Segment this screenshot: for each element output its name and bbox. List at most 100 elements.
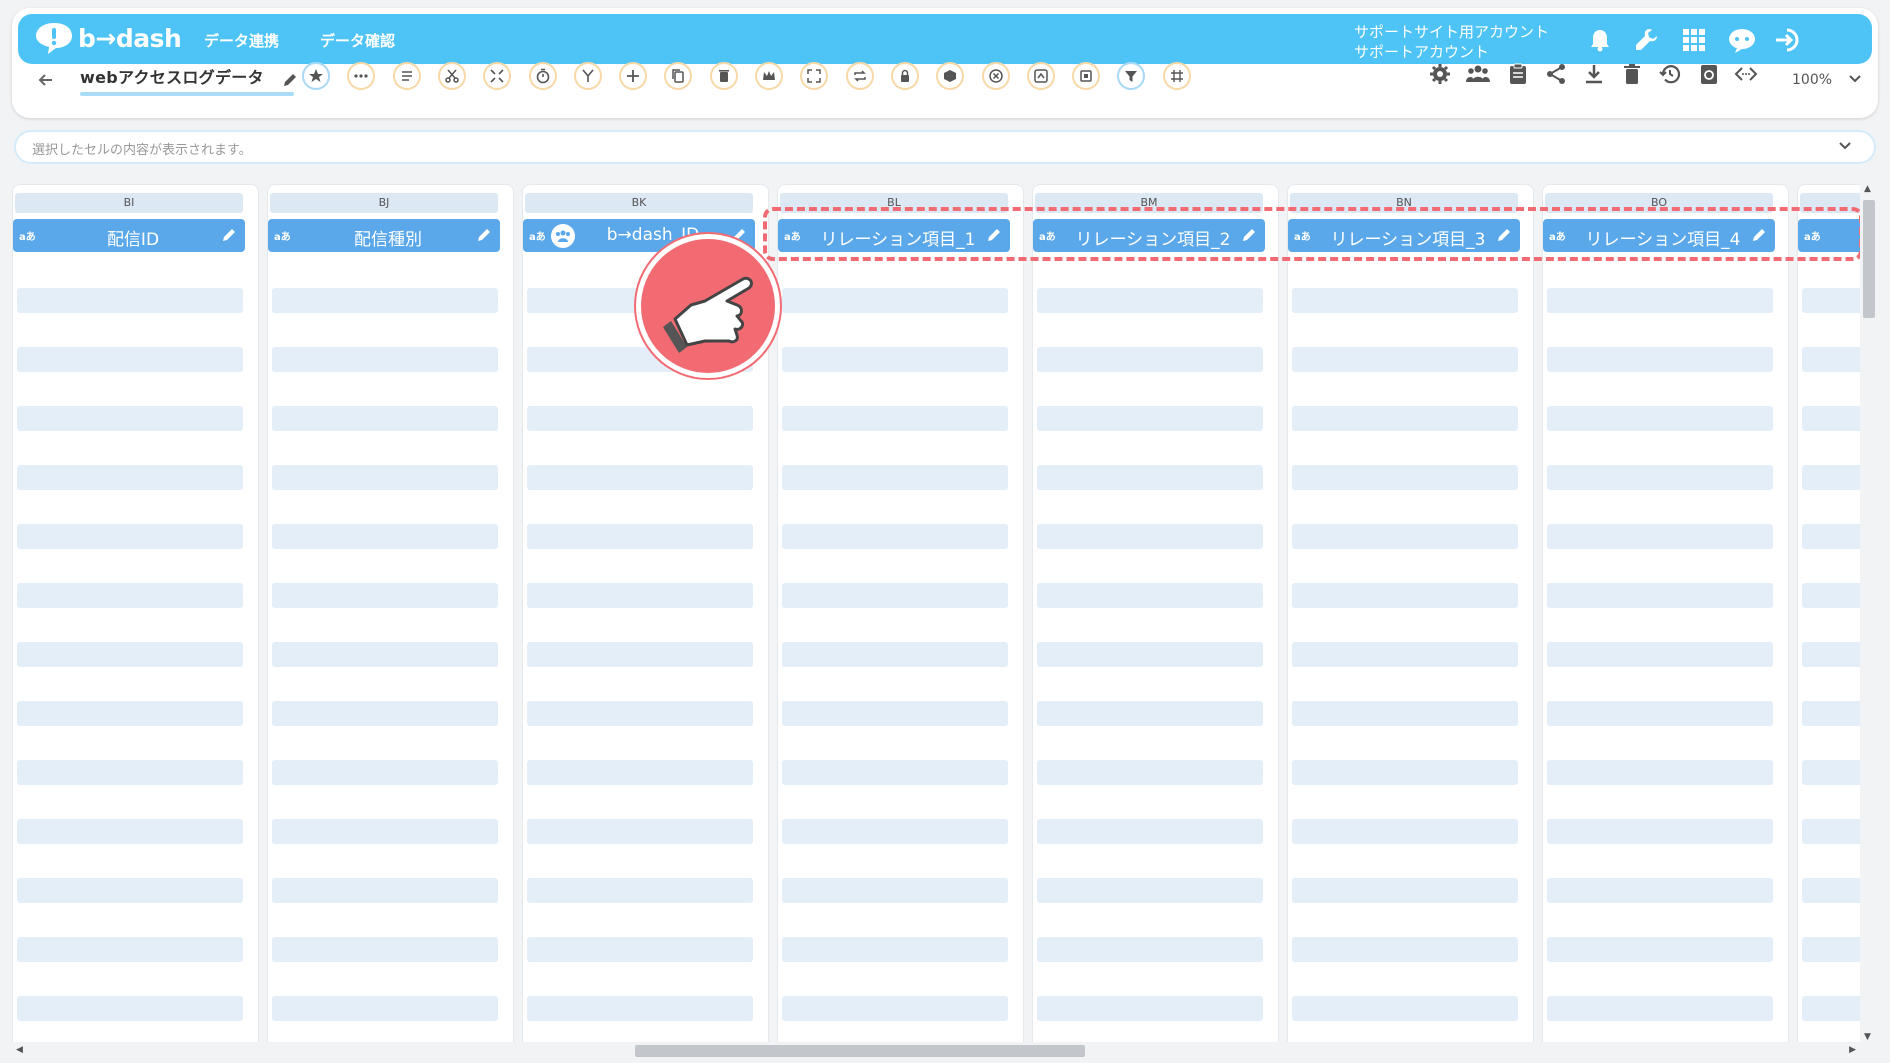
grid-cell[interactable] [1037,465,1263,490]
column-letter[interactable]: BN [1290,193,1518,213]
grid-cell[interactable] [1802,996,1860,1021]
chevron-down-icon[interactable] [1838,138,1852,156]
column-header[interactable]: aあ リレーション項目_4 [1543,219,1775,252]
grid-cell[interactable] [1547,406,1773,431]
grid-cell[interactable] [272,406,498,431]
grid-cell[interactable] [782,406,1008,431]
grid-cell[interactable] [1802,406,1860,431]
merge-icon[interactable] [483,62,511,90]
grid-cell[interactable] [1292,878,1518,903]
gear-icon[interactable] [1426,60,1454,88]
grid-cell[interactable] [782,524,1008,549]
grid-cell[interactable] [1037,406,1263,431]
column-letter[interactable]: BO [1545,193,1773,213]
grid-cell[interactable] [17,701,243,726]
grid-cell[interactable] [1037,878,1263,903]
grid-cell[interactable] [527,937,753,962]
scroll-up-arrow-icon[interactable]: ▲ [1864,184,1871,194]
edit-title-pencil-icon[interactable] [282,72,298,92]
edit-pencil-icon[interactable] [1751,227,1767,243]
download-icon[interactable] [1580,60,1608,88]
grid-cell[interactable] [782,347,1008,372]
grid-cell[interactable] [782,760,1008,785]
grid-cell[interactable] [782,583,1008,608]
column-header[interactable]: aあ リレーション項目_2 [1033,219,1265,252]
horizontal-scrollbar[interactable]: ◀ ▶ [12,1042,1860,1060]
grid-cell[interactable] [17,406,243,431]
horizontal-scroll-thumb[interactable] [635,1045,1085,1057]
grid-cell[interactable] [1802,583,1860,608]
grid-cell[interactable] [782,878,1008,903]
cell-content-bar[interactable]: 選択したセルの内容が表示されます。 [14,130,1876,164]
logo[interactable]: b→dash [34,20,182,56]
refresh-icon[interactable] [1695,60,1723,88]
column-letter[interactable]: BJ [270,193,498,213]
grid-cell[interactable] [1547,524,1773,549]
grid-cell[interactable] [272,465,498,490]
logout-icon[interactable] [1772,24,1804,56]
grid-cell[interactable] [782,288,1008,313]
grid-cell[interactable] [1802,465,1860,490]
grid-cell[interactable] [527,465,753,490]
grid-cell[interactable] [1037,347,1263,372]
clipboard-icon[interactable] [1504,60,1532,88]
grid-cell[interactable] [1037,701,1263,726]
edit-pencil-icon[interactable] [1241,227,1257,243]
grid-cell[interactable] [17,937,243,962]
grid-cell[interactable] [272,996,498,1021]
grid-cell[interactable] [1802,878,1860,903]
column-letter[interactable]: BL [780,193,1008,213]
back-arrow-icon[interactable] [36,70,58,92]
grid-cell[interactable] [1037,937,1263,962]
grid-cell[interactable] [17,524,243,549]
grid-cell[interactable] [1292,465,1518,490]
grid-cell[interactable] [1547,878,1773,903]
grid-cell[interactable] [1037,524,1263,549]
grid-cell[interactable] [1037,996,1263,1021]
grid-cell[interactable] [527,642,753,667]
grid-cell[interactable] [1292,819,1518,844]
grid-cell[interactable] [1547,701,1773,726]
edit-pencil-icon[interactable] [986,227,1002,243]
grid-cell[interactable] [1802,819,1860,844]
grid-cell[interactable] [272,701,498,726]
filter-icon[interactable] [1117,62,1145,90]
grid-cell[interactable] [1547,937,1773,962]
grid-cell[interactable] [1292,996,1518,1021]
group-icon[interactable] [1464,60,1492,88]
grid-cell[interactable] [1292,760,1518,785]
wrench-icon[interactable] [1630,24,1662,56]
list-icon[interactable] [393,62,421,90]
scroll-down-arrow-icon[interactable]: ▼ [1864,1032,1871,1042]
trash-icon[interactable] [710,62,738,90]
grid-cell[interactable] [272,760,498,785]
grid-cell[interactable] [782,642,1008,667]
grid-cell[interactable] [1802,642,1860,667]
grid-cell[interactable] [527,701,753,726]
scroll-right-arrow-icon[interactable]: ▶ [1849,1045,1856,1055]
grid-cell[interactable] [1292,701,1518,726]
history-icon[interactable] [1656,60,1684,88]
grid-cell[interactable] [17,642,243,667]
grid-cell[interactable] [1292,347,1518,372]
grid-cell[interactable] [272,347,498,372]
grid-cell[interactable] [527,819,753,844]
grid-cell[interactable] [1802,524,1860,549]
grid-cell[interactable] [527,996,753,1021]
nav-data-link[interactable]: データ連携 [204,30,279,51]
grid-cell[interactable] [272,937,498,962]
plus-icon[interactable] [619,62,647,90]
grid-cell[interactable] [1547,819,1773,844]
expand-icon[interactable] [800,62,828,90]
timer-icon[interactable] [529,62,557,90]
grid-cell[interactable] [1547,288,1773,313]
grid-cell[interactable] [1802,347,1860,372]
column-header[interactable]: aあ リレーション項目_3 [1288,219,1520,252]
column-header[interactable]: aあ 配信ID [13,219,245,252]
grid-cell[interactable] [272,819,498,844]
grid-cell[interactable] [782,819,1008,844]
grid-cell[interactable] [17,465,243,490]
grid-cell[interactable] [17,583,243,608]
grid-cell[interactable] [782,465,1008,490]
vertical-scrollbar[interactable]: ▲ ▼ [1860,184,1878,1042]
